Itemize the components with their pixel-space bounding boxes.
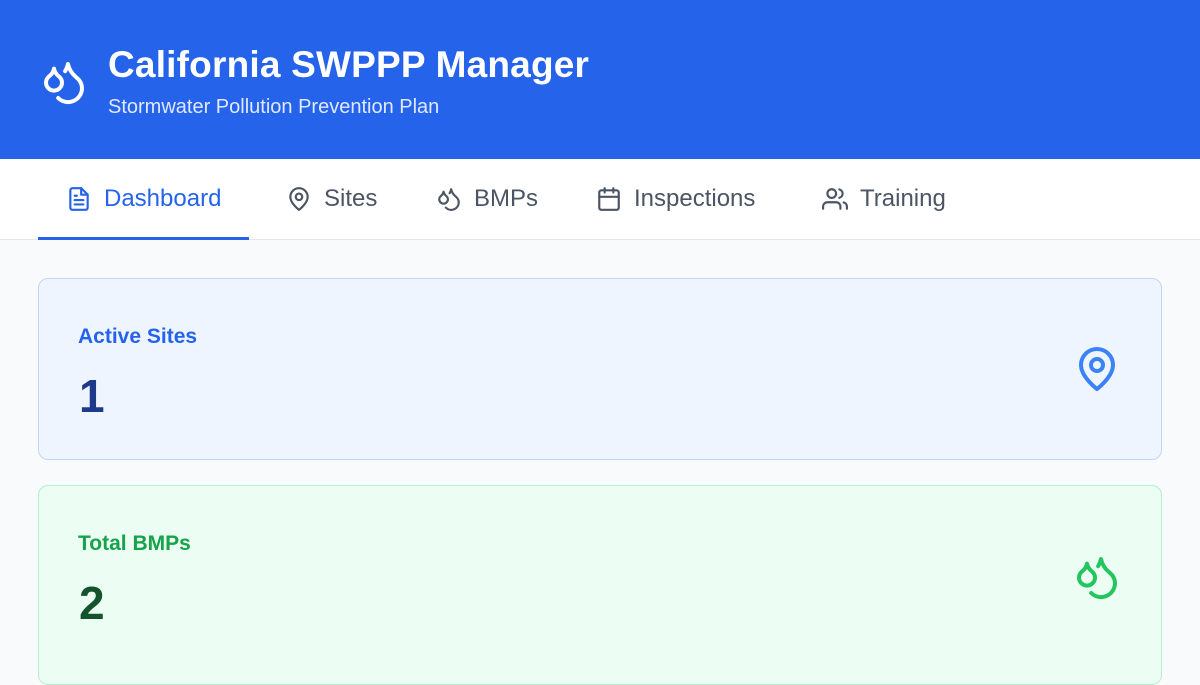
tab-dashboard[interactable]: Dashboard [38,159,250,240]
droplets-icon [1077,557,1118,600]
map-pin-icon [289,187,309,211]
card-label: Active Sites [78,325,198,348]
tab-label: Training [860,185,946,212]
map-pin-icon [1079,347,1115,391]
calendar-icon [598,187,620,211]
app-title: California SWPPP Manager [108,44,590,85]
tab-sites[interactable]: Sites [286,159,377,239]
app-header: California SWPPP Manager Stormwater Poll… [0,0,1200,159]
tab-bar: Dashboard Sites BMPs Inspections Trainin… [0,159,1200,240]
card-label: Total BMPs [78,532,191,555]
droplets-icon [44,62,85,105]
active-sites-card[interactable]: Active Sites 1 [38,278,1162,460]
tab-training[interactable]: Training [822,159,946,239]
droplets-icon [438,188,460,211]
tab-inspections[interactable]: Inspections [596,159,755,239]
tab-label: Sites [324,185,378,212]
tab-label: Dashboard [104,185,222,212]
app-subtitle: Stormwater Pollution Prevention Plan [108,96,440,118]
card-value: 2 [79,577,105,629]
tab-bmps[interactable]: BMPs [436,159,538,239]
users-icon [822,188,848,210]
tab-label: BMPs [474,185,539,212]
active-tab-indicator [38,237,250,240]
tab-label: Inspections [634,185,756,212]
file-text-icon [69,187,89,211]
card-value: 1 [79,370,105,422]
total-bmps-card[interactable]: Total BMPs 2 [38,485,1162,685]
